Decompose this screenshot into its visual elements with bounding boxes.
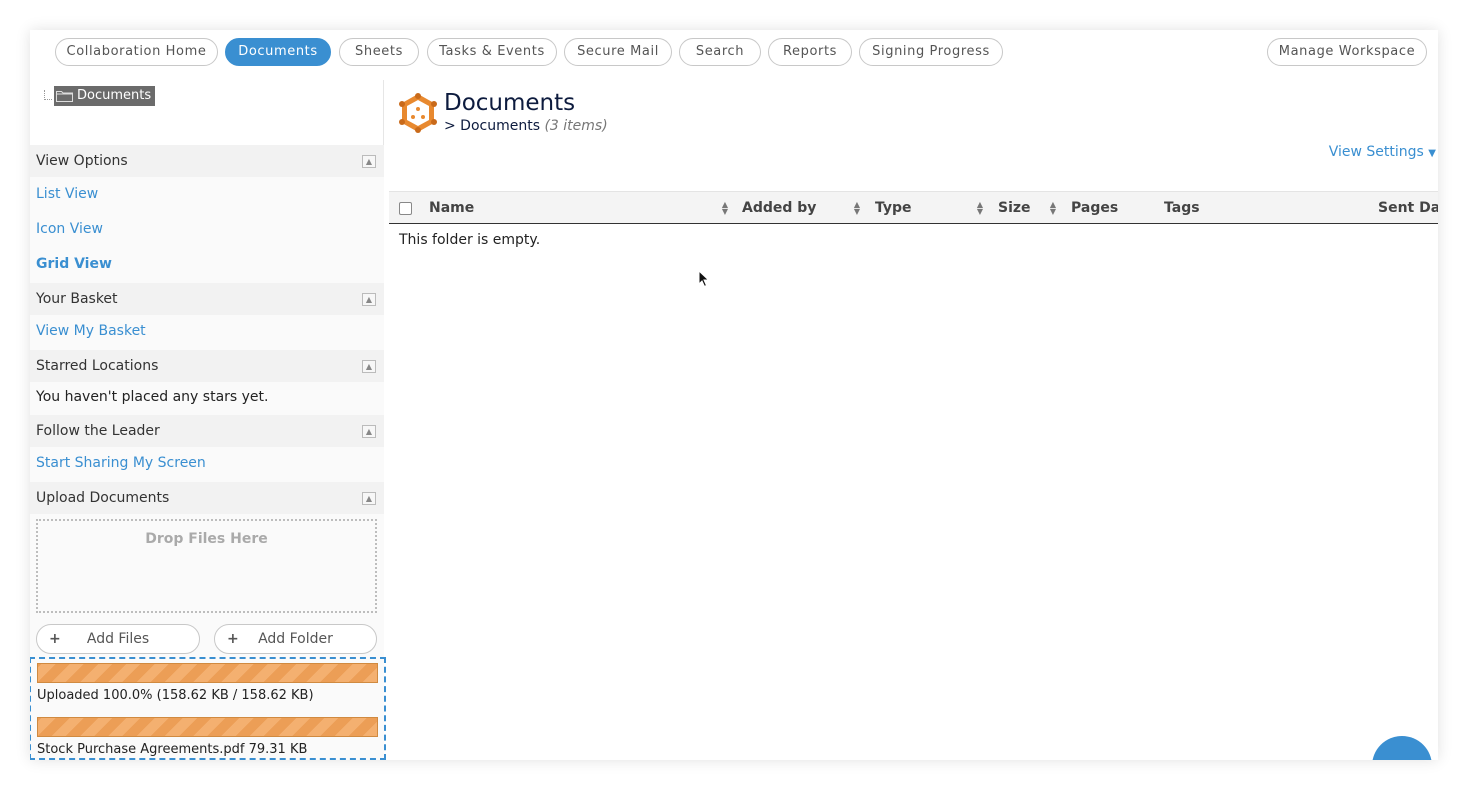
- section-title: Upload Documents: [36, 490, 170, 506]
- collapse-icon[interactable]: ▲: [362, 293, 376, 306]
- starred-empty-message: You haven't placed any stars yet.: [36, 389, 269, 405]
- column-added-by[interactable]: Added by: [742, 200, 816, 216]
- upload-progress-panel: Uploaded 100.0% (158.62 KB / 158.62 KB) …: [30, 657, 386, 760]
- add-folder-label: Add Folder: [258, 631, 333, 647]
- file-progress-bar: [37, 717, 378, 737]
- caret-down-icon: ▼: [1428, 148, 1436, 159]
- share-screen-link[interactable]: Start Sharing My Screen: [36, 455, 206, 471]
- manage-workspace-button[interactable]: Manage Workspace: [1267, 38, 1427, 66]
- chat-widget-button[interactable]: [1372, 736, 1432, 760]
- tab-reports[interactable]: Reports: [768, 38, 852, 66]
- breadcrumb-path[interactable]: > Documents: [444, 118, 540, 134]
- add-files-label: Add Files: [86, 631, 150, 647]
- mouse-cursor-icon: [698, 270, 710, 288]
- breadcrumb: > Documents (3 items): [444, 118, 608, 134]
- starred-header[interactable]: Starred Locations ▲: [30, 350, 384, 382]
- sort-icon[interactable]: ▲ ▼: [976, 201, 984, 216]
- collapse-icon[interactable]: ▲: [362, 360, 376, 373]
- collapse-icon[interactable]: ▲: [362, 425, 376, 438]
- column-type[interactable]: Type: [875, 200, 912, 216]
- collapse-icon[interactable]: ▲: [362, 492, 376, 505]
- main-content: Documents > Documents (3 items) View Set…: [385, 80, 1438, 760]
- plus-icon: +: [49, 631, 61, 647]
- view-basket-link[interactable]: View My Basket: [36, 323, 146, 339]
- collapse-icon[interactable]: ▲: [362, 155, 376, 168]
- app-window: Collaboration Home Documents Sheets Task…: [30, 30, 1438, 760]
- folder-icon: [56, 91, 73, 102]
- column-name[interactable]: Name: [429, 200, 474, 216]
- chat-icon: [1372, 736, 1432, 760]
- sort-icon[interactable]: ▲ ▼: [853, 201, 861, 216]
- table-header: Name ▲ ▼ Added by ▲ ▼ Type ▲ ▼ Size ▲ ▼ Page…: [389, 191, 1438, 224]
- tree-connector: [44, 90, 52, 100]
- left-sidebar: Documents View Options ▲ List View Icon …: [30, 80, 386, 760]
- view-options-header[interactable]: View Options ▲: [30, 145, 384, 177]
- file-progress-text: Stock Purchase Agreements.pdf 79.31 KB: [37, 742, 308, 757]
- view-settings-label: View Settings: [1328, 144, 1424, 160]
- list-view-link[interactable]: List View: [36, 186, 98, 202]
- upload-progress-bar: [37, 663, 378, 683]
- column-tags[interactable]: Tags: [1164, 200, 1200, 216]
- section-title: Follow the Leader: [36, 423, 160, 439]
- tab-collaboration-home[interactable]: Collaboration Home: [55, 38, 218, 66]
- tab-search[interactable]: Search: [679, 38, 761, 66]
- page-title: Documents: [444, 90, 576, 116]
- file-drop-zone[interactable]: Drop Files Here: [36, 519, 377, 613]
- icon-view-link[interactable]: Icon View: [36, 221, 103, 237]
- section-title: Starred Locations: [36, 358, 159, 374]
- view-settings-dropdown[interactable]: View Settings ▼: [1329, 144, 1436, 160]
- column-pages[interactable]: Pages: [1071, 200, 1118, 216]
- tab-secure-mail[interactable]: Secure Mail: [564, 38, 672, 66]
- tree-node-documents[interactable]: Documents: [54, 86, 156, 106]
- tab-tasks-events[interactable]: Tasks & Events: [427, 38, 557, 66]
- add-folder-button[interactable]: + Add Folder: [214, 624, 377, 654]
- sort-icon[interactable]: ▲ ▼: [721, 201, 729, 216]
- upload-header[interactable]: Upload Documents ▲: [30, 482, 384, 514]
- tab-sheets[interactable]: Sheets: [339, 38, 419, 66]
- grid-view-link[interactable]: Grid View: [36, 256, 112, 272]
- plus-icon: +: [227, 631, 239, 647]
- section-title: View Options: [36, 153, 128, 169]
- tab-signing-progress[interactable]: Signing Progress: [859, 38, 1003, 66]
- empty-folder-message: This folder is empty.: [399, 232, 541, 248]
- follow-leader-header[interactable]: Follow the Leader ▲: [30, 415, 384, 447]
- section-title: Your Basket: [36, 291, 118, 307]
- upload-progress-text: Uploaded 100.0% (158.62 KB / 158.62 KB): [37, 688, 314, 703]
- add-files-button[interactable]: + Add Files: [36, 624, 200, 654]
- select-all-checkbox[interactable]: [399, 202, 412, 215]
- sort-icon[interactable]: ▲ ▼: [1049, 201, 1057, 216]
- basket-header[interactable]: Your Basket ▲: [30, 283, 384, 315]
- tree-node-label: Documents: [77, 88, 152, 103]
- drop-label: Drop Files Here: [145, 531, 268, 547]
- workspace-logo-icon: [399, 93, 437, 133]
- column-size[interactable]: Size: [998, 200, 1031, 216]
- top-navigation: Collaboration Home Documents Sheets Task…: [30, 30, 1438, 76]
- item-count: (3 items): [544, 118, 608, 134]
- column-sent-date[interactable]: Sent Da: [1378, 200, 1438, 216]
- tab-documents[interactable]: Documents: [225, 38, 331, 66]
